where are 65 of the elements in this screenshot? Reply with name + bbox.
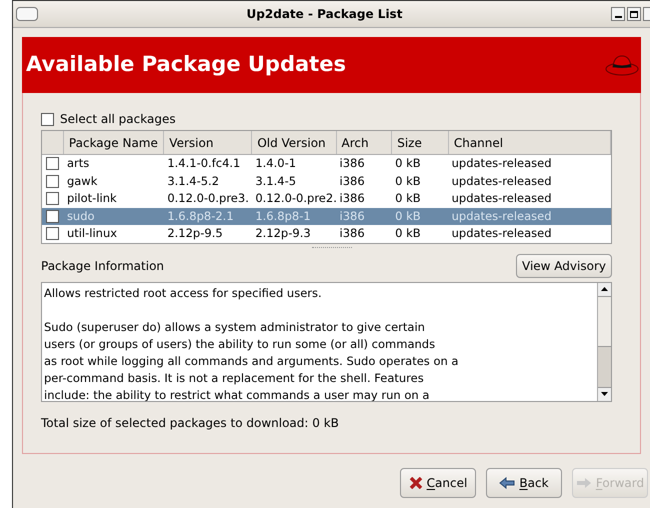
table-cell-text: i386 (338, 190, 366, 208)
table-cell-text: updates-released (450, 208, 553, 225)
checkbox[interactable] (46, 174, 60, 188)
column-header[interactable]: Channel (448, 131, 612, 154)
table-cell-text: arts (66, 155, 90, 172)
table-cell-text: updates-released (450, 225, 553, 242)
table-cell-text: 2.12p-9.5 (166, 225, 224, 242)
table-cell-text: updates-released (450, 155, 553, 172)
table-cell-text: util-linux (66, 225, 118, 242)
section-label: Package Information (41, 258, 164, 274)
table-cell-text: 3.1.4-5.2 (166, 172, 220, 190)
table-cell-text: 0 kB (394, 225, 422, 242)
table-cell-text: i386 (338, 155, 366, 172)
table-cell-text: 0 kB (394, 208, 422, 225)
window-menu-icon[interactable] (16, 7, 38, 21)
table-cell-text: 0 kB (394, 172, 422, 190)
table-row[interactable]: pilot-link 0.12.0-0.pre3. 0.12.0-0.pre2. i386 0 kB updates-released (42, 190, 611, 208)
table-row[interactable]: arts 1.4.1-0.fc4.1 1.4.0-1 i386 0 kB updates-released (42, 155, 611, 172)
column-header[interactable]: Package Name (64, 131, 164, 154)
minimize-button[interactable] (611, 7, 625, 21)
table-row[interactable]: gawk 3.1.4-5.2 3.1.4-5 i386 0 kB updates-released (42, 172, 611, 190)
table-cell-text: gawk (66, 172, 98, 190)
table-cell-text: 3.1.4-5 (254, 172, 298, 190)
table-cell-text: 1.4.0-1 (254, 155, 298, 172)
x-icon (408, 477, 423, 489)
left-arrow-icon (499, 477, 516, 489)
checkbox[interactable] (46, 210, 60, 223)
table-cell-text: updates-released (450, 172, 553, 190)
table-cell-text: pilot-link (66, 190, 118, 208)
checkbox-label: Select all packages (60, 111, 176, 128)
resize-handle[interactable] (312, 246, 352, 248)
table-cell-text: i386 (338, 208, 366, 225)
table-cell-text: 0.12.0-0.pre2. (254, 190, 337, 208)
table-cell-text: updates-released (450, 190, 553, 208)
scrollbar[interactable] (597, 282, 611, 400)
table-cell-text: i386 (338, 225, 366, 242)
checkbox[interactable] (46, 227, 60, 240)
back-button[interactable]: Back (486, 468, 562, 498)
scroll-thumb[interactable] (598, 296, 611, 346)
checkbox[interactable] (41, 112, 54, 126)
right-arrow-icon (576, 477, 592, 489)
checkbox[interactable] (46, 157, 60, 170)
table-cell-text: 0 kB (394, 190, 422, 208)
close-button[interactable] (643, 7, 650, 21)
column-header[interactable]: Arch (336, 131, 392, 154)
checkbox[interactable] (46, 192, 60, 206)
total-size-text: Total size of selected packages to download: 0 kB (41, 414, 340, 432)
table-cell-text: sudo (66, 208, 96, 225)
column-header[interactable]: Version (164, 131, 252, 154)
table-cell-text: i386 (338, 172, 366, 190)
table-cell-text: 2.12p-9.3 (254, 225, 312, 242)
description-text: Allows restricted root access for specified users. (44, 284, 323, 302)
cancel-button[interactable]: Cancel (400, 468, 476, 498)
table-cell-text: 1.6.8p8-2.1 (166, 208, 235, 225)
table-cell-text: 1.4.1-0.fc4.1 (166, 155, 242, 172)
table-cell-text: 1.6.8p8-1 (254, 208, 312, 225)
column-header[interactable]: Size (392, 131, 449, 154)
view-advisory-button[interactable]: View Advisory (516, 254, 612, 278)
table-row[interactable]: util-linux 2.12p-9.5 2.12p-9.3 i386 0 kB updates-released (42, 225, 611, 242)
page-title: Available Package Updates (26, 51, 346, 78)
column-header[interactable]: Old Version (252, 131, 337, 154)
table-cell-text: 0 kB (394, 155, 422, 172)
table-cell-text: 0.12.0-0.pre3. (166, 190, 250, 208)
maximize-button[interactable] (627, 7, 641, 21)
window-title: Up2date - Package List (246, 6, 404, 23)
